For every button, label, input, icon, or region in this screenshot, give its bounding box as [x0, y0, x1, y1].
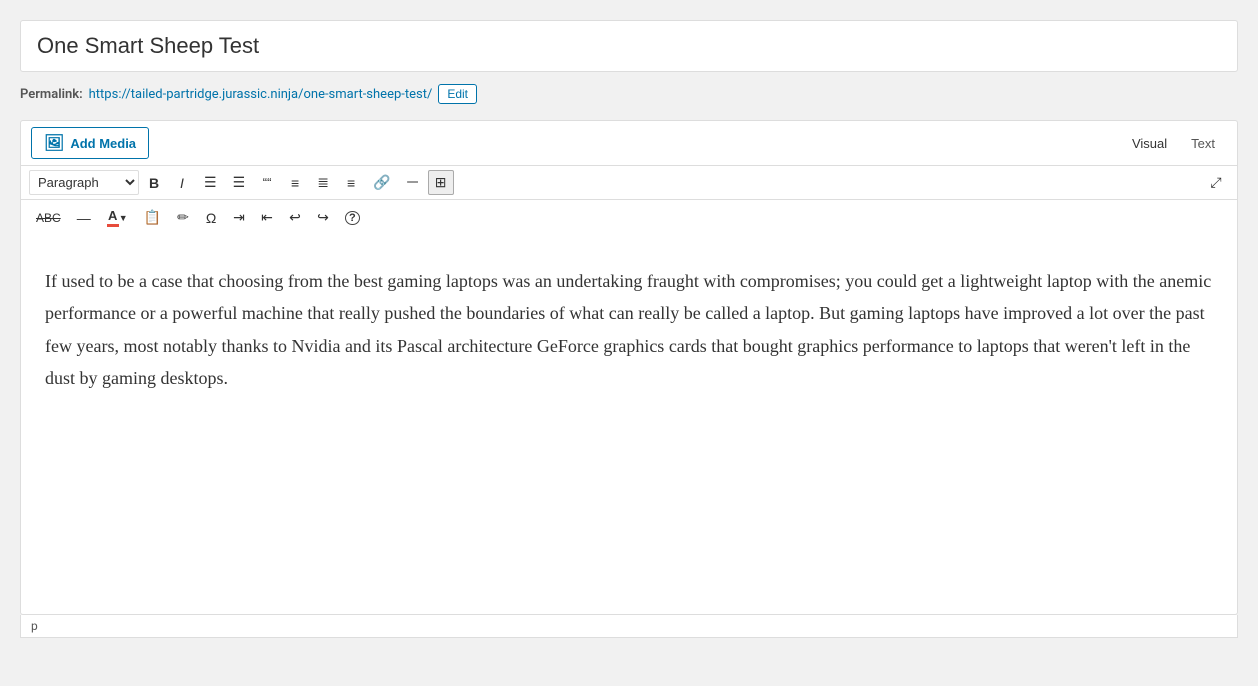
toolbar-area: 🖼 Add Media Visual Text Paragraph Headin…: [20, 120, 1238, 235]
unordered-list-button[interactable]: ☰: [197, 170, 224, 195]
help-icon: ?: [345, 211, 360, 225]
tab-text[interactable]: Text: [1179, 130, 1227, 157]
add-media-label: Add Media: [70, 136, 136, 151]
paste-text-icon: 📋: [144, 209, 161, 226]
post-title-input[interactable]: [20, 20, 1238, 72]
link-icon: 🔗: [373, 174, 390, 191]
editor-wrapper: Permalink: https://tailed-partridge.jura…: [0, 0, 1258, 686]
blockquote-button[interactable]: ““: [254, 171, 280, 194]
bold-icon: B: [149, 175, 159, 191]
hr-button[interactable]: —: [70, 206, 98, 230]
bold-button[interactable]: B: [141, 171, 167, 195]
add-media-button[interactable]: 🖼 Add Media: [31, 127, 149, 159]
insert-link-button[interactable]: 🔗: [366, 170, 397, 195]
paragraph-format-select[interactable]: Paragraph Heading 1 Heading 2 Heading 3: [29, 170, 139, 195]
help-button[interactable]: ?: [338, 207, 367, 229]
align-right-icon: ≡: [347, 175, 355, 191]
color-dropdown-icon: ▼: [119, 213, 128, 223]
visual-text-tabs: Visual Text: [1120, 130, 1227, 157]
path-row: p: [20, 615, 1238, 638]
text-color-button[interactable]: A ▼: [100, 204, 135, 231]
editor-paragraph[interactable]: If used to be a case that choosing from …: [45, 265, 1213, 395]
omega-icon: Ω: [206, 210, 216, 226]
editor-content[interactable]: If used to be a case that choosing from …: [20, 235, 1238, 615]
undo-button[interactable]: ↩: [282, 205, 308, 230]
path-tag: p: [31, 619, 38, 633]
toolbar-row1: Paragraph Heading 1 Heading 2 Heading 3 …: [21, 166, 1237, 200]
outdent-icon: ⇤: [261, 209, 273, 226]
ordered-list-button[interactable]: ☰: [226, 170, 253, 195]
align-left-icon: ≡: [291, 175, 299, 191]
permalink-link[interactable]: https://tailed-partridge.jurassic.ninja/…: [89, 87, 433, 102]
fullscreen-button[interactable]: ⤢: [1203, 170, 1229, 195]
strikethrough-icon: ABC: [36, 211, 61, 225]
editor-text-area[interactable]: If used to be a case that choosing from …: [45, 265, 1213, 395]
align-center-icon: ≣: [317, 174, 329, 191]
clear-formatting-icon: ✏: [177, 209, 189, 226]
strikethrough-button[interactable]: ABC: [29, 207, 68, 229]
align-left-button[interactable]: ≡: [282, 171, 308, 195]
undo-icon: ↩: [289, 209, 301, 226]
fullscreen-icon: ⤢: [1210, 174, 1221, 191]
indent-button[interactable]: ⇥: [226, 205, 252, 230]
permalink-label: Permalink:: [20, 87, 83, 102]
insert-readmore-button[interactable]: ⎯⎯: [400, 172, 426, 193]
toolbar-top-row: 🖼 Add Media Visual Text: [21, 121, 1237, 166]
special-char-button[interactable]: Ω: [198, 206, 224, 230]
text-color-icon: A: [107, 208, 119, 227]
kitchen-sink-button[interactable]: ⊞: [428, 170, 454, 195]
align-center-button[interactable]: ≣: [310, 170, 336, 195]
permalink-row: Permalink: https://tailed-partridge.jura…: [20, 84, 1238, 104]
tab-visual[interactable]: Visual: [1120, 130, 1179, 157]
align-right-button[interactable]: ≡: [338, 171, 364, 195]
redo-button[interactable]: ↪: [310, 205, 336, 230]
ul-icon: ☰: [204, 174, 217, 191]
ol-icon: ☰: [233, 174, 246, 191]
clear-formatting-button[interactable]: ✏: [170, 205, 196, 230]
readmore-icon: ⎯⎯: [407, 176, 418, 189]
paste-text-button[interactable]: 📋: [137, 205, 168, 230]
redo-icon: ↪: [317, 209, 329, 226]
indent-icon: ⇥: [233, 209, 245, 226]
kitchen-sink-icon: ⊞: [435, 174, 447, 191]
add-media-icon: 🖼: [44, 133, 64, 153]
blockquote-icon: ““: [263, 175, 272, 190]
italic-button[interactable]: I: [169, 171, 195, 195]
italic-icon: I: [180, 175, 184, 191]
toolbar-row2: ABC — A ▼ 📋 ✏ Ω ⇥: [21, 200, 1237, 235]
outdent-button[interactable]: ⇤: [254, 205, 280, 230]
permalink-edit-button[interactable]: Edit: [438, 84, 477, 104]
hr-icon: —: [77, 210, 91, 226]
